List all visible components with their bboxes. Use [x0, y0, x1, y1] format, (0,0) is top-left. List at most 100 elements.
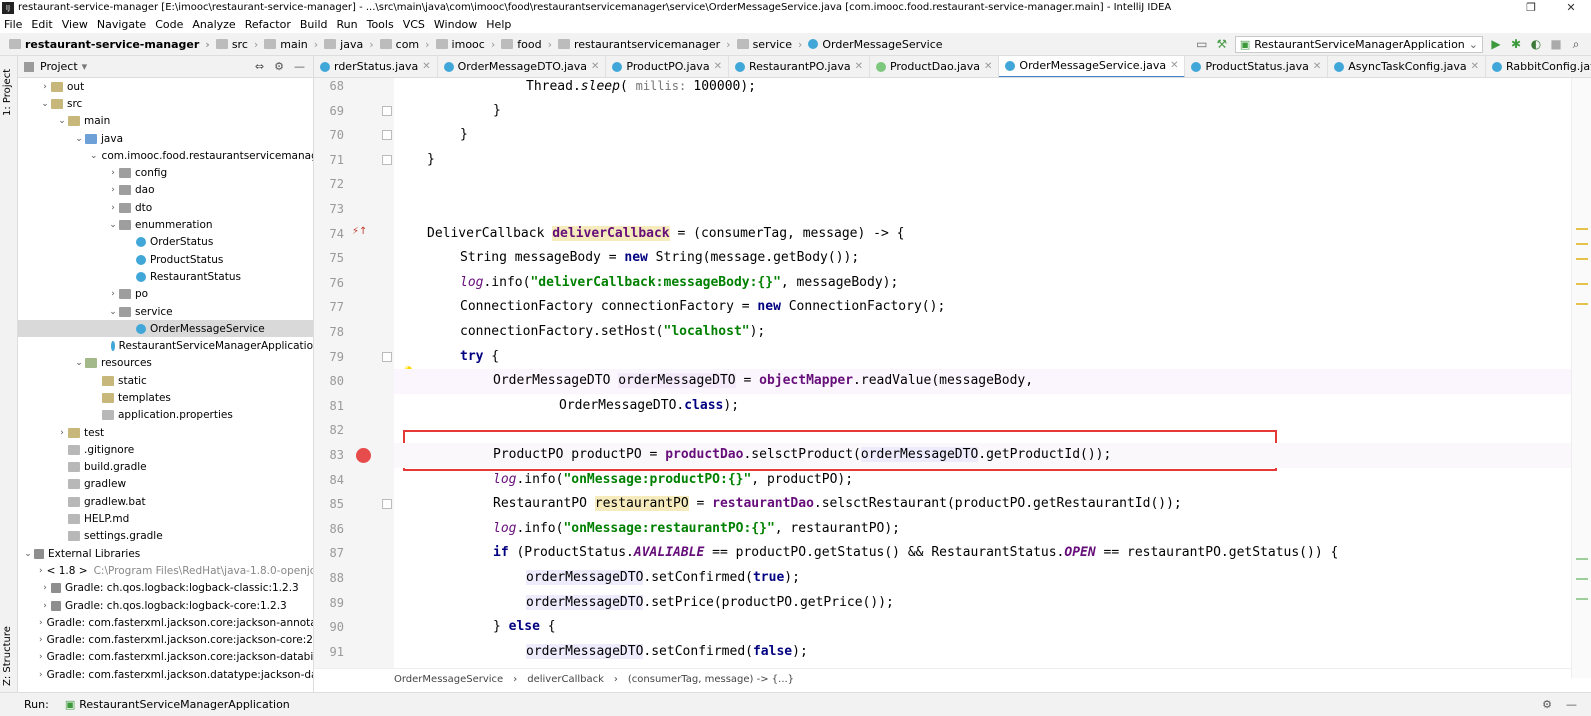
editor-tab[interactable]: AsyncTaskConfig.java ✕ [1328, 56, 1487, 77]
hide-panel-icon[interactable]: — [294, 60, 305, 73]
run-tab[interactable]: ▣ RestaurantServiceManagerApplication [57, 698, 298, 711]
expand-arrow-icon[interactable]: ⌄ [107, 307, 119, 317]
run-configuration-select[interactable]: ▣ RestaurantServiceManagerApplication ⌄ [1234, 35, 1483, 53]
fold-marker-icon[interactable] [382, 105, 392, 116]
run-icon[interactable]: ▶ [1489, 37, 1503, 51]
stop-icon[interactable]: ■ [1549, 37, 1563, 51]
breadcrumb-item[interactable]: src › [213, 38, 261, 51]
close-icon[interactable]: ✕ [984, 61, 992, 72]
collapse-arrow-icon[interactable]: › [39, 82, 51, 92]
search-icon[interactable]: ⌕ [1569, 37, 1583, 51]
collapse-arrow-icon[interactable]: › [39, 566, 43, 576]
tree-item[interactable]: › dao [18, 182, 313, 199]
menu-run[interactable]: Run [333, 18, 363, 31]
project-structure-icon[interactable]: ▭ [1195, 37, 1209, 51]
project-tool-window-button[interactable]: 1: Project [2, 69, 13, 116]
structure-tool-window-button[interactable]: Z: Structure [2, 626, 13, 686]
close-icon[interactable]: ✕ [1471, 61, 1479, 72]
editor-tab[interactable]: OrderMessageDTO.java ✕ [438, 56, 607, 77]
hide-panel-icon[interactable]: — [1566, 698, 1577, 711]
editor-scrollbar[interactable] [1571, 78, 1591, 678]
breadcrumb-item[interactable]: main › [261, 38, 321, 51]
settings-gear-icon[interactable]: ⚙ [274, 60, 284, 73]
close-icon[interactable]: ✕ [591, 61, 599, 72]
tree-item[interactable]: ⌄ External Libraries [18, 545, 313, 562]
collapse-arrow-icon[interactable]: › [56, 428, 68, 438]
breadcrumb-item[interactable]: com › [377, 38, 433, 51]
collapse-arrow-icon[interactable]: › [39, 618, 43, 628]
collapse-all-icon[interactable]: ⇔ [255, 60, 264, 73]
breadcrumb-item[interactable]: restaurantservicemanager › [555, 38, 734, 51]
tree-item[interactable]: ⌄ com.imooc.food.restaurantservicemanag [18, 147, 313, 164]
tree-item[interactable]: › dto [18, 199, 313, 216]
expand-arrow-icon[interactable]: ⌄ [73, 358, 85, 368]
tree-item[interactable]: › Gradle: com.fasterxml.jackson.datatype:… [18, 666, 313, 683]
close-icon[interactable]: ✕ [1313, 61, 1321, 72]
breadcrumb-item[interactable]: java › [321, 38, 376, 51]
tree-item[interactable]: › out [18, 78, 313, 95]
breadcrumb-item[interactable]: restaurant-service-manager › [6, 38, 213, 51]
menu-tools[interactable]: Tools [363, 18, 399, 31]
tree-item[interactable]: › Gradle: com.fasterxml.jackson.core:jack… [18, 649, 313, 666]
editor-tab[interactable]: ProductPO.java ✕ [606, 56, 729, 77]
collapse-arrow-icon[interactable]: › [39, 601, 51, 611]
collapse-arrow-icon[interactable]: › [107, 168, 119, 178]
tree-item[interactable]: gradlew [18, 476, 313, 493]
tree-item[interactable]: › test [18, 424, 313, 441]
collapse-arrow-icon[interactable]: › [107, 289, 119, 299]
menu-vcs[interactable]: VCS [399, 18, 430, 31]
tree-item[interactable]: HELP.md [18, 510, 313, 527]
tree-item[interactable]: build.gradle [18, 459, 313, 476]
project-view-select[interactable]: Project [40, 60, 78, 73]
close-icon[interactable]: ✕ [855, 61, 863, 72]
restore-window-icon[interactable]: ❐ [1511, 1, 1551, 14]
menu-analyze[interactable]: Analyze [188, 18, 240, 31]
chevron-down-icon[interactable]: ▾ [82, 60, 88, 73]
debug-icon[interactable]: ✱ [1509, 37, 1523, 51]
editor-tab[interactable]: ProductDao.java ✕ [870, 56, 1000, 77]
override-icon[interactable]: ⚡↑ [352, 226, 367, 237]
fold-marker-icon[interactable] [382, 351, 392, 362]
breadcrumb-item[interactable]: OrderMessageService [805, 38, 945, 51]
tree-item[interactable]: › Gradle: com.fasterxml.jackson.core:jack… [18, 632, 313, 649]
expand-arrow-icon[interactable]: ⌄ [73, 134, 85, 144]
tree-item[interactable]: application.properties [18, 407, 313, 424]
expand-arrow-icon[interactable]: ⌄ [39, 99, 51, 109]
tree-item[interactable]: › < 1.8 > C:\Program Files\RedHat\java-1.8… [18, 562, 313, 579]
editor-tab[interactable]: OrderMessageService.java ✕ [999, 56, 1186, 77]
collapse-arrow-icon[interactable]: › [39, 635, 43, 645]
collapse-arrow-icon[interactable]: › [39, 583, 51, 593]
breakpoint-icon[interactable] [356, 448, 371, 463]
expand-arrow-icon[interactable]: ⌄ [107, 220, 119, 230]
collapse-arrow-icon[interactable]: › [39, 670, 43, 680]
collapse-arrow-icon[interactable]: › [107, 185, 119, 195]
tree-item[interactable]: .gitignore [18, 441, 313, 458]
breadcrumb-item[interactable]: service › [734, 38, 806, 51]
menu-code[interactable]: Code [151, 18, 188, 31]
tree-item[interactable]: static [18, 372, 313, 389]
tree-item[interactable]: ProductStatus [18, 251, 313, 268]
expand-arrow-icon[interactable]: ⌄ [90, 151, 98, 161]
tree-item[interactable]: › Gradle: ch.qos.logback:logback-classic:… [18, 580, 313, 597]
settings-gear-icon[interactable]: ⚙ [1542, 698, 1552, 711]
breadcrumb-item[interactable]: food › [498, 38, 555, 51]
tree-item[interactable]: OrderStatus [18, 234, 313, 251]
menu-edit[interactable]: Edit [27, 18, 57, 31]
fold-marker-icon[interactable] [382, 499, 392, 510]
fold-marker-icon[interactable] [382, 154, 392, 165]
tree-item[interactable]: ⌄ main [18, 113, 313, 130]
coverage-icon[interactable]: ◐ [1529, 37, 1543, 51]
menu-window[interactable]: Window [430, 18, 482, 31]
menu-help[interactable]: Help [482, 18, 516, 31]
close-window-icon[interactable]: ✕ [1551, 1, 1591, 14]
tree-item[interactable]: ⌄ service [18, 303, 313, 320]
menu-view[interactable]: View [58, 18, 93, 31]
tree-item[interactable]: RestaurantStatus [18, 268, 313, 285]
tree-item[interactable]: ⌄ java [18, 130, 313, 147]
tree-item[interactable]: settings.gradle [18, 528, 313, 545]
menu-navigate[interactable]: Navigate [93, 18, 151, 31]
tree-item[interactable]: ⌄ src [18, 95, 313, 112]
tree-item[interactable]: › Gradle: ch.qos.logback:logback-core:1.2… [18, 597, 313, 614]
tree-item[interactable]: RestaurantServiceManagerApplicatio [18, 337, 313, 354]
editor-breadcrumb-item[interactable]: (consumerTag, message) -> {...} [628, 674, 794, 685]
